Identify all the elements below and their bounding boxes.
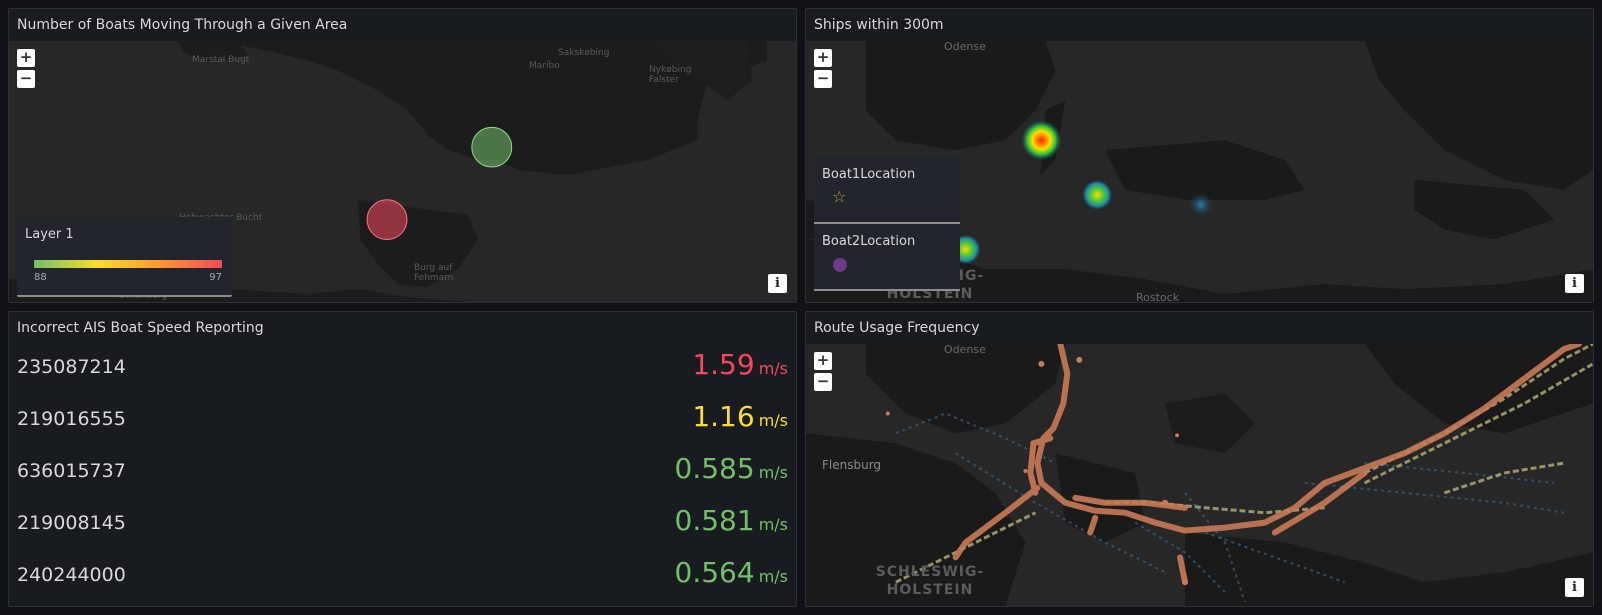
stat-unit: m/s: [758, 515, 788, 534]
map-place-label: Nykøbing Falster: [649, 65, 692, 85]
legend-item-label: Boat2Location: [822, 234, 916, 249]
panel-route-usage: Route Usage Frequency Odense Flensburg S…: [805, 311, 1594, 607]
legend-title: Layer 1: [25, 227, 74, 242]
map-place-label: Odense: [944, 344, 986, 356]
panel-title[interactable]: Ships within 300m: [806, 9, 1593, 41]
stat-row[interactable]: 240244000 0.564 m/s: [9, 552, 796, 604]
stat-number: 1.16: [692, 400, 755, 433]
map-legend: Layer 1 88 97: [17, 217, 232, 297]
map-place-label: Odense: [944, 41, 986, 53]
zoom-in-button[interactable]: +: [814, 352, 832, 370]
zoom-in-button[interactable]: +: [17, 49, 35, 67]
stat-number: 1.59: [692, 348, 755, 381]
heatmap-point: [1189, 192, 1213, 217]
panel-ships-300m: Ships within 300m Odense IG-HOLSTEIN Ros…: [805, 8, 1594, 303]
stat-number: 0.585: [674, 452, 755, 485]
stat-value: 1.59 m/s: [692, 348, 788, 381]
legend-item-label: Boat1Location: [822, 167, 916, 182]
map-region-label: SCHLESWIG-HOLSTEIN: [875, 564, 985, 598]
panel-title[interactable]: Route Usage Frequency: [806, 312, 1593, 344]
legend-item: Boat2Location: [814, 224, 960, 291]
stat-value: 0.564 m/s: [675, 556, 788, 589]
stat-label: 240244000: [17, 564, 126, 586]
info-icon[interactable]: i: [1565, 578, 1584, 597]
zoom-out-button[interactable]: −: [17, 70, 35, 88]
info-icon[interactable]: i: [768, 274, 787, 293]
legend-item: Boat1Location ☆: [814, 157, 960, 224]
stat-row[interactable]: 636015737 0.585 m/s: [9, 448, 796, 500]
map-place-label: Sakskøbing: [558, 48, 610, 58]
panel-title[interactable]: Number of Boats Moving Through a Given A…: [9, 9, 796, 41]
map-marker[interactable]: [366, 199, 408, 240]
map-place-label: Rostock: [1136, 291, 1180, 302]
heatmap-point: [1021, 120, 1062, 161]
map-place-label: Burg auf Fehmarn: [414, 263, 454, 283]
zoom-out-button[interactable]: −: [814, 70, 832, 88]
panel-title[interactable]: Incorrect AIS Boat Speed Reporting: [9, 312, 796, 344]
map-place-label: Marstal Bugt: [192, 55, 250, 65]
legend-gradient-bar: [34, 260, 222, 268]
map-place-label: Flensburg: [822, 458, 882, 472]
stat-label: 235087214: [17, 356, 126, 378]
stat-value: 1.16 m/s: [692, 400, 788, 433]
stat-unit: m/s: [758, 463, 788, 482]
zoom-in-button[interactable]: +: [814, 49, 832, 67]
stat-row[interactable]: 219016555 1.16 m/s: [9, 396, 796, 448]
panel-ais-speed: Incorrect AIS Boat Speed Reporting 23508…: [8, 311, 797, 607]
info-icon[interactable]: i: [1565, 274, 1584, 293]
legend-max-label: 97: [209, 272, 222, 283]
star-icon: ☆: [832, 187, 847, 206]
stat-number: 0.581: [674, 504, 755, 537]
map-marker[interactable]: [471, 126, 513, 168]
stat-label: 636015737: [17, 460, 126, 482]
panel-boats-area: Number of Boats Moving Through a Given A…: [8, 8, 797, 303]
stat-row[interactable]: 235087214 1.59 m/s: [9, 344, 796, 396]
map-legend: Boat1Location ☆ Boat2Location: [814, 157, 960, 291]
stat-number: 0.564: [674, 556, 755, 589]
stat-unit: m/s: [758, 359, 788, 378]
stat-label: 219008145: [17, 512, 126, 534]
stat-unit: m/s: [758, 567, 788, 586]
circle-icon: [833, 258, 847, 272]
stat-unit: m/s: [758, 411, 788, 430]
stat-list: 235087214 1.59 m/s 219016555 1.16 m/s 63601573…: [9, 344, 796, 606]
legend-min-label: 88: [34, 272, 47, 283]
map-place-label: Maribo: [529, 61, 560, 71]
map-boats-area[interactable]: Marstal Bugt Sakskøbing Maribo Nykøbing …: [9, 41, 796, 302]
map-ships-300m[interactable]: Odense SCHLESWIG-HOLSTEIN Rostock + − Bo…: [806, 41, 1593, 302]
zoom-out-button[interactable]: −: [814, 373, 832, 391]
map-route-usage[interactable]: Odense Flensburg SCHLESWIG-HOLSTEIN + − …: [806, 344, 1593, 606]
stat-value: 0.581 m/s: [675, 504, 788, 537]
stat-label: 219016555: [17, 408, 126, 430]
heatmap-point: [1082, 179, 1113, 210]
stat-row[interactable]: 219008145 0.581 m/s: [9, 500, 796, 552]
stat-value: 0.585 m/s: [675, 452, 788, 485]
